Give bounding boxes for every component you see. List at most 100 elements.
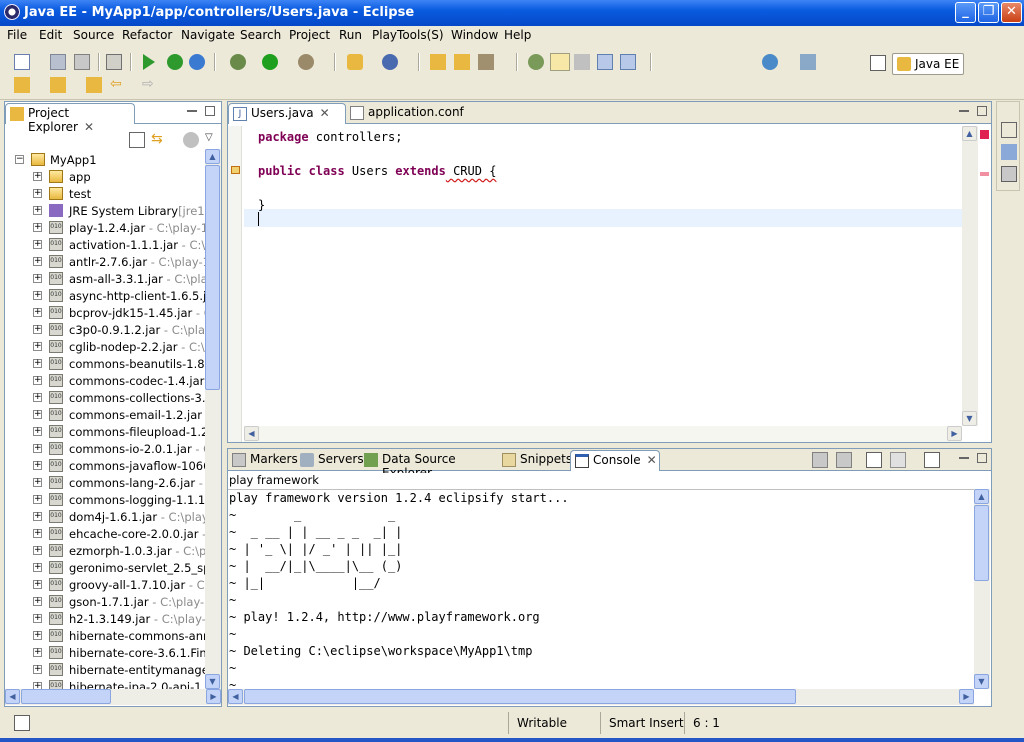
tree-item[interactable]: +010 commons-collections-3.2.1 bbox=[5, 389, 205, 406]
menu-edit[interactable]: Edit bbox=[39, 28, 62, 42]
tree-vscroll-thumb[interactable] bbox=[205, 165, 220, 390]
tree-item[interactable]: +010 cglib-nodep-2.2.jar - C:\pl bbox=[5, 338, 205, 355]
tree-item[interactable]: +010 dom4j-1.6.1.jar - C:\play-1 bbox=[5, 508, 205, 525]
expand-icon[interactable]: + bbox=[33, 410, 42, 419]
perspective-tool-icon[interactable] bbox=[800, 54, 816, 70]
expand-icon[interactable]: + bbox=[33, 206, 42, 215]
expand-icon[interactable]: + bbox=[33, 546, 42, 555]
menu-refactor[interactable]: Refactor bbox=[122, 28, 172, 42]
jar-icon[interactable] bbox=[106, 54, 122, 70]
close-button[interactable]: ✕ bbox=[1001, 2, 1022, 23]
new-server-icon[interactable] bbox=[347, 54, 363, 70]
editor-hscroll[interactable]: ◀ ▶ bbox=[244, 426, 962, 442]
filters-icon[interactable] bbox=[183, 132, 199, 148]
scroll-up-icon[interactable]: ▲ bbox=[962, 126, 977, 141]
web-service-icon[interactable] bbox=[382, 54, 398, 70]
view-menu-icon[interactable]: ▽ bbox=[205, 132, 221, 148]
tab-markers[interactable]: Markers bbox=[228, 450, 298, 470]
menu-run[interactable]: Run bbox=[339, 28, 362, 42]
tree-item[interactable]: +010 commons-logging-1.1.1.jar bbox=[5, 491, 205, 508]
close-icon[interactable]: ✕ bbox=[320, 106, 330, 120]
scroll-down-icon[interactable]: ▼ bbox=[962, 411, 977, 426]
close-icon[interactable]: ✕ bbox=[647, 453, 657, 467]
open-perspective-icon[interactable] bbox=[870, 55, 886, 71]
prev-annotation-icon[interactable] bbox=[50, 77, 66, 93]
expand-icon[interactable]: + bbox=[33, 682, 42, 689]
open-type-icon[interactable] bbox=[430, 54, 446, 70]
expand-icon[interactable]: + bbox=[33, 342, 42, 351]
run-icon[interactable] bbox=[143, 54, 155, 70]
code-area[interactable]: package controllers; public class Users … bbox=[244, 126, 962, 430]
mark-occurrences-icon[interactable] bbox=[528, 54, 544, 70]
tree-item[interactable]: +010 antlr-2.7.6.jar - C:\play-1.2 bbox=[5, 253, 205, 270]
external-tools-icon[interactable] bbox=[298, 54, 314, 70]
expand-icon[interactable]: + bbox=[33, 240, 42, 249]
scroll-right-icon[interactable]: ▶ bbox=[206, 689, 221, 704]
highlight-toggle-icon[interactable] bbox=[550, 53, 570, 71]
expand-icon[interactable]: + bbox=[33, 631, 42, 640]
outline-icon[interactable] bbox=[1001, 144, 1017, 160]
expand-icon[interactable]: + bbox=[33, 257, 42, 266]
menu-project[interactable]: Project bbox=[289, 28, 330, 42]
tab-console[interactable]: Console ✕ bbox=[570, 450, 660, 471]
globe-icon[interactable] bbox=[762, 54, 778, 70]
expand-icon[interactable]: + bbox=[33, 665, 42, 674]
tree-item[interactable]: +010 c3p0-0.9.1.2.jar - C:\play-1 bbox=[5, 321, 205, 338]
tree-item[interactable]: +010 groovy-all-1.7.10.jar - C:\p bbox=[5, 576, 205, 593]
console-hscroll-thumb[interactable] bbox=[244, 689, 796, 704]
minimize-button[interactable]: _ bbox=[955, 2, 976, 23]
save-icon[interactable] bbox=[50, 54, 66, 70]
tree-item[interactable]: +010 hibernate-core-3.6.1.Final. bbox=[5, 644, 205, 661]
pin-console-icon[interactable] bbox=[890, 452, 906, 468]
tree-item[interactable]: +010 commons-lang-2.6.jar - C: bbox=[5, 474, 205, 491]
tab-project-explorer[interactable]: Project Explorer ✕ bbox=[5, 103, 135, 134]
tree-vscroll[interactable]: ▲ ▼ bbox=[205, 149, 221, 689]
menu-navigate[interactable]: Navigate bbox=[181, 28, 235, 42]
expand-icon[interactable]: + bbox=[33, 308, 42, 317]
expand-icon[interactable]: + bbox=[33, 359, 42, 368]
scroll-lock-icon[interactable] bbox=[866, 452, 882, 468]
expand-icon[interactable]: + bbox=[33, 393, 42, 402]
run-play-icon[interactable] bbox=[167, 54, 183, 70]
expand-icon[interactable]: + bbox=[33, 597, 42, 606]
expand-icon[interactable]: + bbox=[33, 495, 42, 504]
scroll-down-icon[interactable]: ▼ bbox=[205, 674, 220, 689]
tree-item[interactable]: +010 ehcache-core-2.0.0.jar - C bbox=[5, 525, 205, 542]
show-whitespace-icon[interactable] bbox=[597, 54, 613, 70]
tab-application-conf[interactable]: application.conf bbox=[346, 103, 476, 123]
quick-fix-icon[interactable] bbox=[231, 166, 240, 174]
tree-item[interactable]: +010 hibernate-commons-annot bbox=[5, 627, 205, 644]
new-icon[interactable] bbox=[14, 54, 30, 70]
open-resource-icon[interactable] bbox=[454, 54, 470, 70]
expand-icon[interactable]: + bbox=[33, 580, 42, 589]
tree-item[interactable]: + JRE System Library[jre1.6 bbox=[5, 202, 205, 219]
link-editor-icon[interactable]: ⇆ bbox=[151, 132, 167, 148]
expand-icon[interactable]: + bbox=[33, 291, 42, 300]
expand-icon[interactable]: + bbox=[33, 512, 42, 521]
fast-view-icon[interactable] bbox=[14, 715, 30, 731]
menu-file[interactable]: File bbox=[7, 28, 27, 42]
expand-icon[interactable]: + bbox=[33, 223, 42, 232]
perspective-switcher[interactable]: Java EE bbox=[892, 53, 964, 75]
tree-item[interactable]: +010 gson-1.7.1.jar - C:\play-1.2 bbox=[5, 593, 205, 610]
tree-hscroll-thumb[interactable] bbox=[21, 689, 111, 704]
tree-item[interactable]: + test bbox=[5, 185, 205, 202]
expand-icon[interactable]: + bbox=[33, 172, 42, 181]
tree-root[interactable]: − MyApp1 bbox=[5, 151, 205, 168]
expand-icon[interactable]: + bbox=[33, 325, 42, 334]
tree-item[interactable]: +010 asm-all-3.3.1.jar - C:\play bbox=[5, 270, 205, 287]
tree-item[interactable]: +010 ezmorph-1.0.3.jar - C:\play bbox=[5, 542, 205, 559]
open-console-icon[interactable] bbox=[924, 452, 940, 468]
error-marker-icon[interactable] bbox=[980, 172, 989, 176]
menu-source[interactable]: Source bbox=[73, 28, 114, 42]
expand-icon[interactable]: + bbox=[33, 427, 42, 436]
tree-item[interactable]: +010 geronimo-servlet_2.5_spec bbox=[5, 559, 205, 576]
expand-icon[interactable]: + bbox=[33, 614, 42, 623]
scroll-left-icon[interactable]: ◀ bbox=[228, 689, 243, 704]
console-output[interactable]: play framework version 1.2.4 eclipsify s… bbox=[228, 489, 974, 689]
tree-item[interactable]: +010 h2-1.3.149.jar - C:\play-1.2 bbox=[5, 610, 205, 627]
tree-item[interactable]: +010 commons-codec-1.4.jar - bbox=[5, 372, 205, 389]
tree-item[interactable]: +010 commons-io-2.0.1.jar - C:\ bbox=[5, 440, 205, 457]
expand-icon[interactable]: + bbox=[33, 376, 42, 385]
menu-window[interactable]: Window bbox=[451, 28, 498, 42]
